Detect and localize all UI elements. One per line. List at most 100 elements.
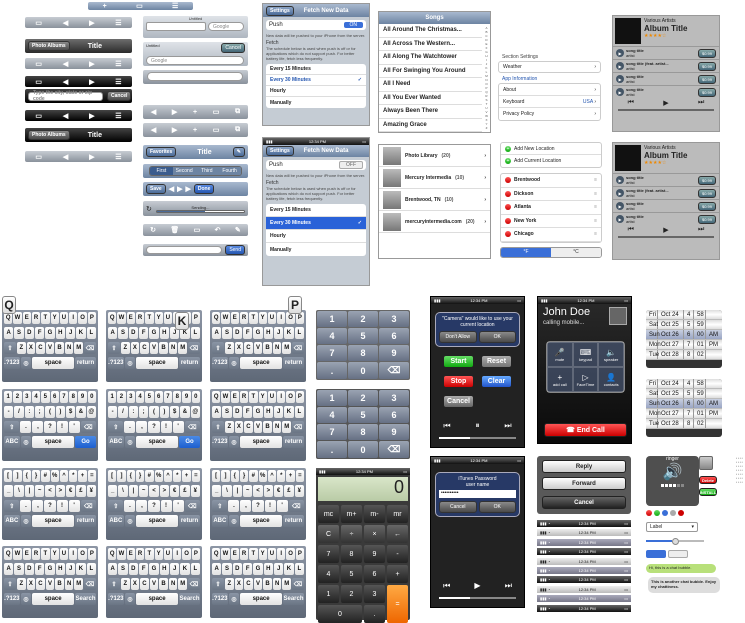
key[interactable]: I (69, 548, 78, 560)
option-hourly[interactable]: Hourly (266, 86, 366, 97)
key[interactable]: N (64, 578, 74, 590)
menu-icon[interactable]: ☰ (115, 60, 121, 68)
add-current-location-row[interactable]: + Add Current Location (501, 155, 601, 167)
key[interactable]: ' (68, 421, 80, 433)
google-search-field[interactable]: Google (146, 56, 244, 65)
mode-switch-key[interactable]: .?123 (108, 357, 124, 369)
key[interactable]: L (86, 563, 96, 575)
space-key[interactable]: space (32, 515, 75, 527)
key[interactable]: H (263, 327, 273, 339)
price-button[interactable]: $0.99 (697, 74, 716, 84)
key[interactable]: C (140, 578, 149, 590)
calculator-key[interactable]: 6 (364, 565, 385, 583)
space-key[interactable]: space (136, 593, 179, 605)
photo-albums-button[interactable]: Photo Albums (28, 130, 70, 140)
space-key[interactable]: space (240, 357, 283, 369)
keypad-key[interactable]: 4 (317, 407, 347, 423)
key[interactable]: ' (68, 500, 80, 512)
key[interactable]: K (284, 406, 294, 418)
key[interactable]: / (118, 406, 128, 418)
segment-first[interactable]: First (150, 167, 173, 175)
key[interactable]: ; (35, 406, 45, 418)
key[interactable]: X (26, 342, 36, 354)
key[interactable]: T (145, 312, 154, 324)
key[interactable]: H (159, 327, 169, 339)
price-button[interactable]: $0.99 (697, 48, 716, 58)
rewind-icon[interactable]: ⏮ (443, 421, 450, 431)
key[interactable]: € (169, 485, 180, 497)
forward-icon[interactable]: ▶ (89, 112, 94, 120)
shift-key[interactable]: ⇧ (211, 342, 224, 354)
mode-switch-key[interactable]: .?123 (4, 593, 20, 605)
picker-row[interactable]: Fri Oct 24 4 58 (646, 310, 722, 320)
keypad-key[interactable]: . (317, 441, 347, 458)
key[interactable]: P (191, 548, 200, 560)
song-item[interactable]: ▶ song title (feat. artist... artist $0.99 (613, 59, 719, 72)
key[interactable]: L (294, 563, 304, 575)
key[interactable]: P (191, 312, 200, 324)
globe-icon[interactable]: ◎ (124, 436, 136, 448)
volume-slider[interactable] (439, 597, 516, 599)
key[interactable]: $ (65, 406, 76, 418)
back-icon[interactable]: ◀ (63, 153, 68, 161)
forward-icon[interactable]: ▶ (89, 78, 94, 86)
return-key[interactable]: Search (283, 593, 304, 605)
play-icon[interactable]: ▶ (663, 99, 668, 107)
backspace-key[interactable]: ⌫ (80, 421, 97, 433)
end-call-button[interactable]: ☎ End Call (544, 423, 627, 437)
key[interactable]: X (234, 578, 244, 590)
keypad-key[interactable]: 5 (348, 328, 378, 344)
segment-fourth[interactable]: Fourth (218, 167, 241, 175)
next-icon[interactable]: ⏭ (698, 99, 704, 107)
mode-switch-key[interactable]: .?123 (4, 357, 20, 369)
backspace-key[interactable]: ⌫ (292, 578, 305, 590)
key[interactable]: D (24, 563, 34, 575)
key[interactable]: R (135, 548, 145, 560)
key[interactable]: I (69, 312, 78, 324)
cancel-button[interactable]: Cancel (221, 43, 245, 53)
key[interactable]: \ (14, 485, 24, 497)
photo-albums-button[interactable]: Photo Albums (28, 41, 70, 51)
shift-key[interactable]: ⇧ (107, 578, 120, 590)
delete-icon[interactable] (505, 177, 511, 184)
key[interactable]: D (128, 563, 138, 575)
reorder-icon[interactable]: ≡ (594, 204, 597, 210)
reply-button[interactable]: Reply (542, 460, 626, 473)
key[interactable]: R (31, 548, 41, 560)
key[interactable]: V (45, 578, 55, 590)
stop-button[interactable]: Stop (443, 375, 474, 388)
song-row[interactable]: All Across The Western... (379, 38, 482, 51)
key[interactable]: U (267, 312, 277, 324)
key[interactable]: W (221, 548, 230, 560)
key[interactable]: 0 (87, 391, 96, 403)
search-input[interactable] (147, 72, 243, 81)
photo-album-row[interactable]: Brentwood, TN (10) › (379, 189, 490, 211)
play-icon[interactable]: ▶ (474, 581, 480, 591)
bookmarks-icon[interactable]: ▭ (35, 112, 42, 120)
key[interactable]: K (284, 327, 294, 339)
keypad-key[interactable]: ⌫ (379, 441, 409, 458)
space-key[interactable]: space (32, 436, 75, 448)
key[interactable]: F (243, 563, 253, 575)
key[interactable]: N (168, 342, 178, 354)
key[interactable]: V (253, 342, 263, 354)
menu-icon[interactable]: ☰ (115, 153, 121, 161)
globe-icon[interactable]: ◎ (124, 357, 136, 369)
key[interactable]: @ (86, 406, 96, 418)
play-icon[interactable]: ▶ (663, 226, 668, 234)
shift-key[interactable]: ⇧ (211, 578, 224, 590)
key[interactable]: ¥ (190, 485, 200, 497)
volume-slider[interactable] (618, 109, 714, 111)
key[interactable]: _ (4, 485, 14, 497)
key[interactable]: 6 (50, 391, 59, 403)
key[interactable]: S (222, 406, 232, 418)
key[interactable]: # (249, 470, 258, 482)
return-key[interactable]: Go (179, 436, 200, 448)
message-input[interactable] (146, 246, 223, 254)
key[interactable]: N (64, 342, 74, 354)
key[interactable]: S (118, 327, 128, 339)
calculator-key[interactable]: m- (364, 505, 385, 523)
key[interactable]: 1 (4, 391, 13, 403)
key[interactable]: G (149, 563, 159, 575)
backspace-key[interactable]: ⌫ (188, 342, 201, 354)
